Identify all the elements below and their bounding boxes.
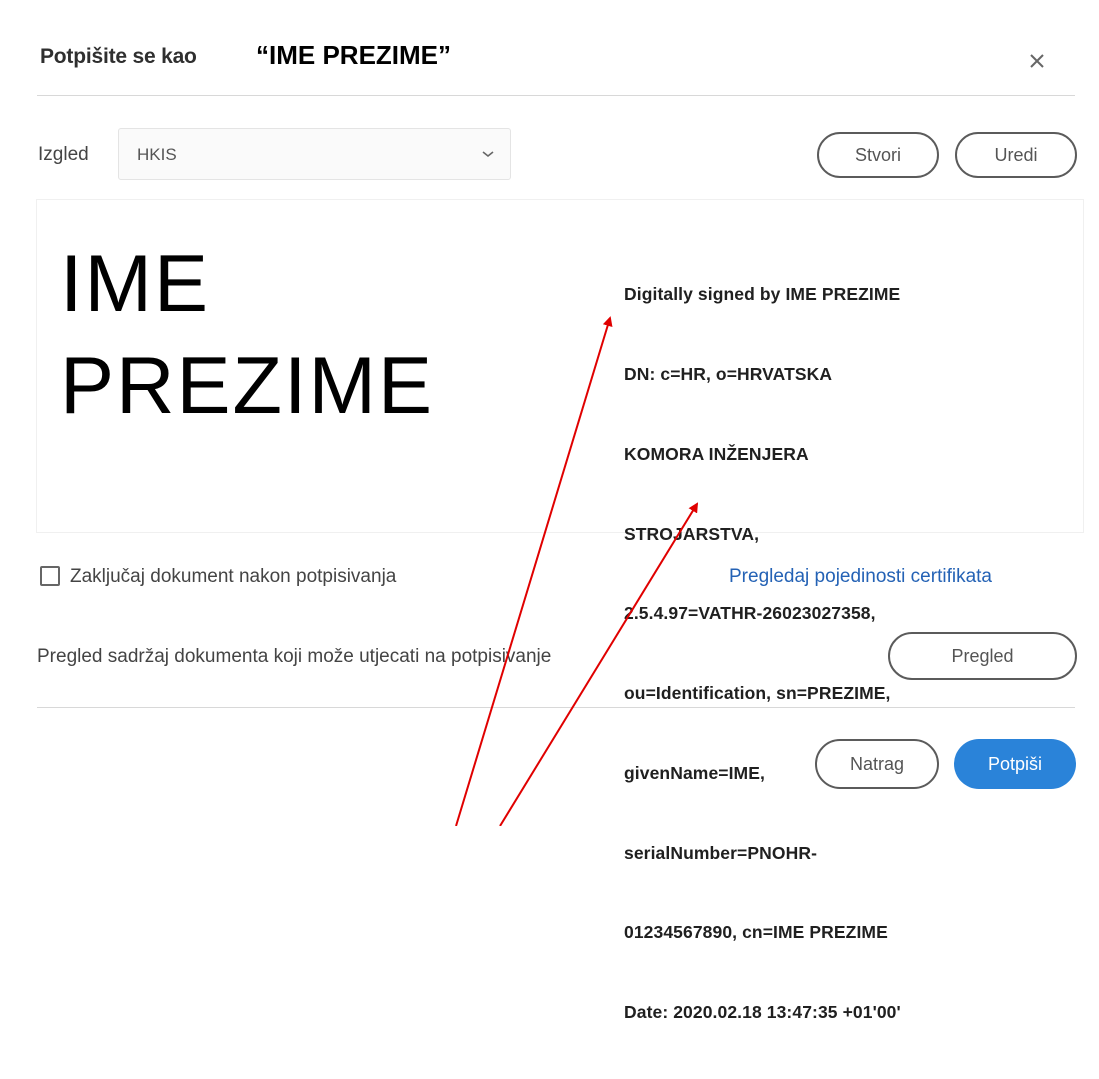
signature-name-line1: IME xyxy=(60,239,211,329)
signature-detail-line: 01234567890, cn=IME PREZIME xyxy=(624,922,888,943)
edit-button[interactable]: Uredi xyxy=(955,132,1077,178)
signature-detail-line: STROJARSTVA, xyxy=(624,523,760,544)
appearance-label: Izgled xyxy=(38,144,89,165)
signature-detail-line: Date: 2020.02.18 13:47:35 +01'00' xyxy=(624,1002,901,1023)
dialog-title: Potpišite se kao xyxy=(40,45,197,68)
appearance-select[interactable]: HKIS xyxy=(118,128,511,180)
back-button[interactable]: Natrag xyxy=(815,739,939,789)
footer-divider xyxy=(37,707,1075,708)
lock-document-label[interactable]: Zaključaj dokument nakon potpisivanja xyxy=(70,566,396,588)
chevron-down-icon xyxy=(482,151,494,158)
signature-name-line2: PREZIME xyxy=(60,341,435,431)
signature-detail-line: KOMORA INŽENJERA xyxy=(624,443,809,464)
close-icon[interactable] xyxy=(1026,50,1048,72)
signature-detail-line: serialNumber=PNOHR- xyxy=(624,842,817,863)
appearance-select-value: HKIS xyxy=(137,145,177,164)
create-button[interactable]: Stvori xyxy=(817,132,939,178)
sign-button[interactable]: Potpiši xyxy=(954,739,1076,789)
sign-dialog: Potpišite se kao “IME PREZIME” Izgled HK… xyxy=(0,0,1099,1022)
title-divider xyxy=(37,95,1075,96)
signature-name-graphic: IME PREZIME xyxy=(60,233,610,437)
signature-detail-line: 2.5.4.97=VATHR-26023027358, xyxy=(624,603,876,624)
view-certificate-link[interactable]: Pregledaj pojedinosti certifikata xyxy=(729,566,992,588)
preview-description: Pregled sadržaj dokumenta koji može utje… xyxy=(37,646,552,667)
signature-detail-line: Digitally signed by IME PREZIME xyxy=(624,284,901,305)
signature-detail-line: DN: c=HR, o=HRVATSKA xyxy=(624,363,833,384)
preview-button[interactable]: Pregled xyxy=(888,632,1077,680)
signature-detail-line: ou=Identification, sn=PREZIME, xyxy=(624,683,891,704)
signer-name-overlay: “IME PREZIME” xyxy=(256,40,452,70)
lock-document-checkbox[interactable] xyxy=(40,566,60,586)
